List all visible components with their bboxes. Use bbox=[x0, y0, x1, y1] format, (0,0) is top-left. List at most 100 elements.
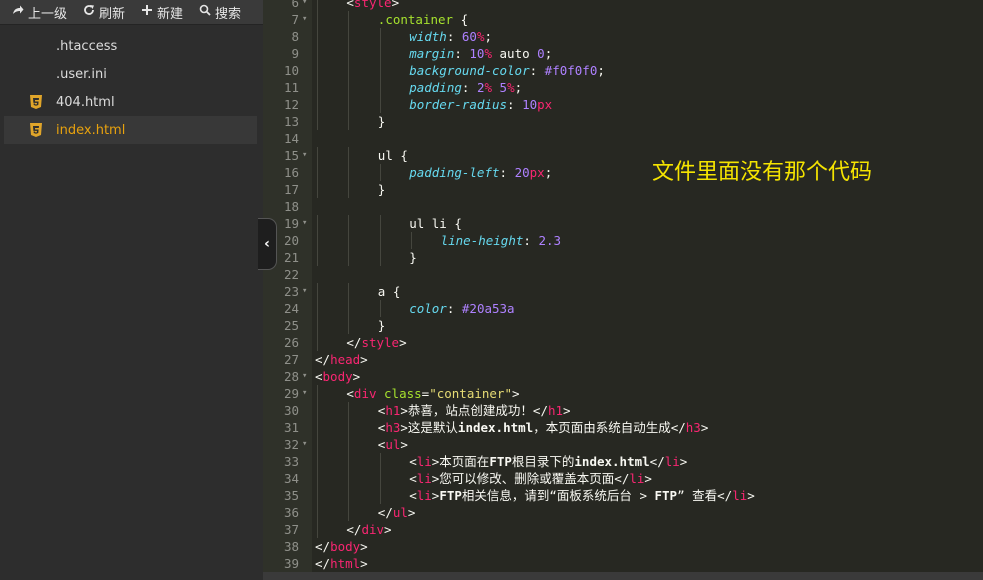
indent-guide bbox=[348, 249, 350, 266]
code-token: > bbox=[360, 556, 368, 571]
indent-guide bbox=[317, 28, 318, 45]
fold-toggle-icon[interactable]: ▾ bbox=[302, 385, 307, 402]
indent-guide bbox=[348, 28, 350, 45]
file-name: 404.html bbox=[56, 94, 115, 110]
code-text: </ul> bbox=[378, 504, 416, 521]
code-token: > bbox=[360, 539, 368, 554]
code-token: >恭喜，站点创建成功！</ bbox=[400, 403, 548, 418]
code-token: #f0f0f0 bbox=[544, 63, 598, 78]
up-level-button[interactable]: 上一级 bbox=[12, 3, 67, 22]
code-token: ul bbox=[392, 505, 408, 520]
fold-toggle-icon[interactable]: ▾ bbox=[302, 283, 307, 300]
indent-guide bbox=[379, 232, 381, 249]
indent-guide bbox=[317, 113, 318, 130]
code-token: 2.3 bbox=[538, 233, 562, 248]
new-button[interactable]: 新建 bbox=[141, 3, 183, 22]
code-text: } bbox=[378, 181, 386, 198]
line-number: 6 bbox=[291, 0, 299, 10]
search-button[interactable]: 搜索 bbox=[199, 3, 241, 22]
file-sidebar: 上一级 刷新 新建 搜索 .htaccess .user.ini 404.html i… bbox=[0, 0, 263, 580]
code-line: 20 line-height: 2.3 bbox=[263, 232, 983, 249]
indent-guide bbox=[379, 79, 381, 96]
indent-guide bbox=[317, 0, 318, 11]
fold-toggle-icon[interactable]: ▾ bbox=[302, 368, 307, 385]
code-token: > bbox=[700, 420, 709, 435]
file-item[interactable]: 404.html bbox=[4, 88, 257, 116]
line-number: 13 bbox=[283, 114, 299, 129]
file-toolbar: 上一级 刷新 新建 搜索 bbox=[0, 0, 263, 25]
code-token: > bbox=[391, 0, 400, 10]
code-token: > bbox=[747, 488, 755, 503]
collapse-sidebar-button[interactable]: ‹ bbox=[258, 218, 277, 270]
indent-guide bbox=[379, 45, 381, 62]
code-token: index.html bbox=[574, 454, 650, 469]
indent-guide bbox=[317, 521, 318, 538]
code-line: 15 ▾ ul { bbox=[263, 147, 983, 164]
line-number: 16 bbox=[283, 165, 299, 180]
code-line: 12 border-radius: 10px bbox=[263, 96, 983, 113]
fold-toggle-icon[interactable]: ▾ bbox=[302, 11, 307, 28]
code-token: : bbox=[529, 63, 545, 78]
code-editor[interactable]: 6 ▾ <style> 7 ▾ .container {8 width: 60%; 9 marg… bbox=[263, 0, 983, 580]
file-item[interactable]: index.html bbox=[4, 116, 257, 144]
code-token: </ bbox=[315, 539, 331, 554]
refresh-button[interactable]: 刷新 bbox=[83, 3, 125, 22]
horizontal-scrollbar[interactable] bbox=[263, 572, 983, 580]
line-number: 27 bbox=[283, 352, 299, 367]
file-item[interactable]: .user.ini bbox=[4, 60, 257, 88]
code-line: 24 color: #20a53a bbox=[263, 300, 983, 317]
code-token: a { bbox=[377, 284, 401, 299]
code-line: 28 ▾ <body> bbox=[263, 368, 983, 385]
code-token: "container" bbox=[429, 386, 512, 401]
indent-guide bbox=[317, 181, 318, 198]
indent-guide bbox=[317, 453, 318, 470]
plus-icon bbox=[141, 4, 153, 20]
code-token: < bbox=[346, 386, 354, 401]
code-token: body bbox=[322, 369, 353, 384]
code-token: 相关信息，请到“面板系统后台 > bbox=[461, 488, 655, 503]
code-token: style bbox=[353, 0, 392, 10]
fold-toggle-icon[interactable]: ▾ bbox=[302, 147, 307, 164]
code-token: margin bbox=[409, 46, 455, 61]
indent-guide bbox=[348, 487, 350, 504]
code-text: padding: 2% 5%; bbox=[409, 79, 522, 96]
code-token: div bbox=[361, 522, 385, 537]
code-token: > bbox=[563, 403, 571, 418]
code-token: >您可以修改、删除或覆盖本页面</ bbox=[431, 471, 630, 486]
code-line: 18 bbox=[263, 198, 983, 215]
indent-guide bbox=[379, 96, 381, 113]
code-text: background-color: #f0f0f0; bbox=[409, 62, 605, 79]
code-token: FTP bbox=[489, 454, 512, 469]
indent-guide bbox=[348, 470, 350, 487]
line-number: 15 bbox=[283, 148, 299, 163]
code-line: 29 ▾ <div class="container"> bbox=[263, 385, 983, 402]
fold-toggle-icon[interactable]: ▾ bbox=[302, 0, 307, 11]
code-token: .container bbox=[377, 12, 454, 27]
code-text: </body> bbox=[315, 538, 368, 555]
code-text: </div> bbox=[346, 521, 391, 538]
indent-guide bbox=[348, 164, 350, 181]
code-text: </style> bbox=[346, 334, 406, 351]
line-number: 24 bbox=[283, 301, 299, 316]
code-line: 6 ▾ <style> bbox=[263, 0, 983, 11]
chevron-left-icon: ‹ bbox=[264, 236, 270, 252]
code-token: </ bbox=[346, 522, 362, 537]
code-line: 13} bbox=[263, 113, 983, 130]
code-text: } bbox=[378, 113, 386, 130]
code-token: ; bbox=[514, 80, 523, 95]
refresh-icon bbox=[83, 4, 95, 20]
fold-toggle-icon[interactable]: ▾ bbox=[302, 436, 307, 453]
indent-guide bbox=[348, 11, 350, 28]
file-item[interactable]: .htaccess bbox=[4, 32, 257, 60]
code-line: 8 width: 60%; bbox=[263, 28, 983, 45]
line-number: 18 bbox=[283, 199, 299, 214]
code-token: class bbox=[384, 386, 422, 401]
code-token: index.html bbox=[457, 420, 534, 435]
code-text: </head> bbox=[315, 351, 368, 368]
code-token: > bbox=[384, 522, 392, 537]
code-text: ul { bbox=[378, 147, 408, 164]
fold-toggle-icon[interactable]: ▾ bbox=[302, 215, 307, 232]
up-level-label: 上一级 bbox=[28, 6, 68, 22]
code-token: line-height bbox=[440, 233, 524, 248]
code-token: FTP bbox=[439, 488, 462, 503]
